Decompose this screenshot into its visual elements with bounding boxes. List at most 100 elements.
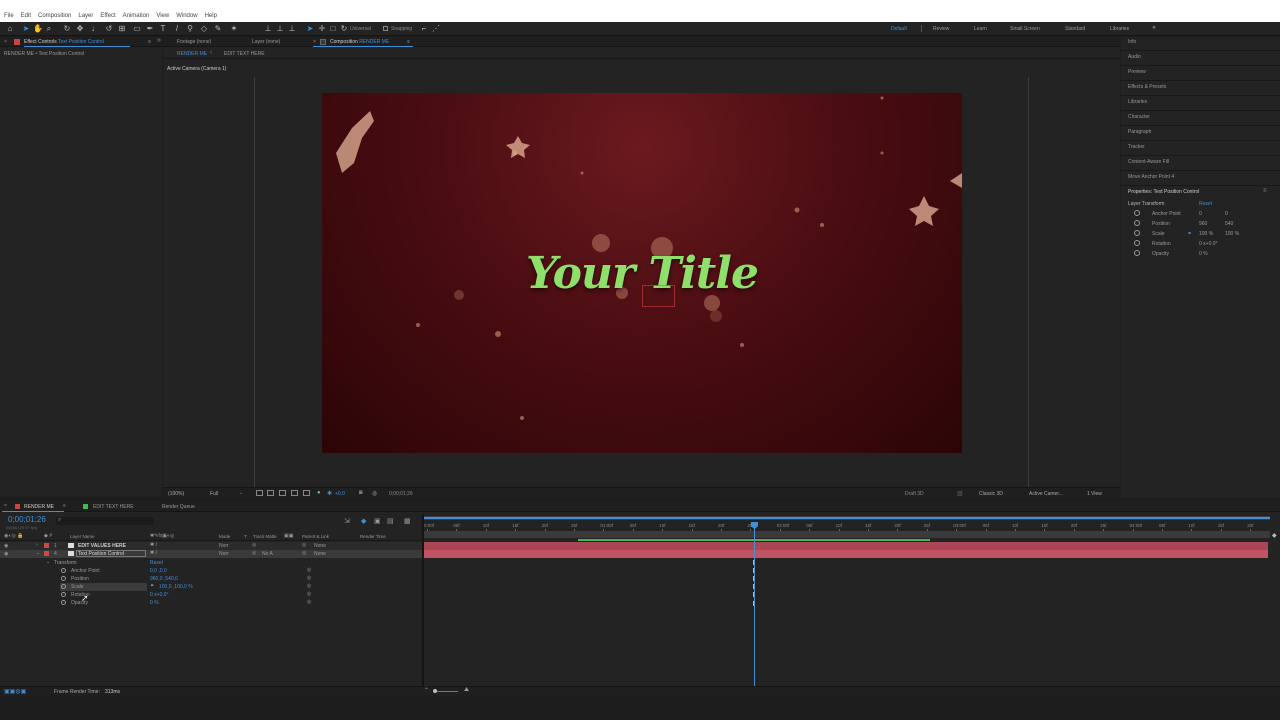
workspace-learn[interactable]: Learn <box>974 26 987 32</box>
expand-arrow-icon[interactable]: › <box>36 542 38 548</box>
menu-effect[interactable]: Effect <box>100 13 115 19</box>
zoom-out-icon[interactable]: ⌃ <box>424 687 429 694</box>
brush-tool-icon[interactable]: / <box>173 24 181 33</box>
prop-value[interactable]: 100,0 ,100,0 % <box>159 584 193 590</box>
prop-row[interactable]: Anchor Point 0,0 ,0,0 ◎ <box>0 567 422 575</box>
menu-composition[interactable]: Composition <box>38 13 71 19</box>
layer-track-matte[interactable]: No A <box>262 551 273 557</box>
rectangle-tool-icon[interactable]: ▭ <box>133 24 141 33</box>
workspace-overflow-icon[interactable]: » <box>1150 24 1158 33</box>
layer-switches-toggle-icon[interactable]: ▣▣◍▣ <box>4 688 26 695</box>
close-icon[interactable]: × <box>313 39 316 45</box>
resolution-dropdown[interactable]: Full <box>210 491 218 497</box>
renderer-label[interactable]: Draft 3D <box>905 491 924 497</box>
layer-switches-icon[interactable]: ✱ / <box>150 550 157 556</box>
type-tool-icon[interactable]: T <box>159 24 167 33</box>
track-matte-column[interactable]: Track Matte <box>253 534 277 539</box>
workspace-review[interactable]: Review <box>933 26 949 32</box>
stopwatch-icon[interactable] <box>1134 250 1140 256</box>
close-icon[interactable]: × <box>4 503 7 509</box>
paragraph-panel-tab[interactable]: Paragraph <box>1128 129 1151 135</box>
preview-panel-tab[interactable]: Preview <box>1128 69 1146 75</box>
selection-tool-icon[interactable]: ➤ <box>22 24 30 33</box>
timeline-tab-render-me[interactable]: RENDER ME <box>24 504 54 510</box>
3d-view-dropdown[interactable]: Classic 3D <box>979 491 1003 497</box>
frame-blending-icon[interactable]: ▤ <box>387 517 394 525</box>
layer-search-input[interactable]: ⌕ <box>56 517 154 525</box>
info-panel-tab[interactable]: Info <box>1128 39 1136 45</box>
expression-pickwhip-icon[interactable]: ◎ <box>307 567 311 573</box>
prop-row[interactable]: Rotation 0 x+0,0° ◎ <box>0 591 422 599</box>
orbit-camera-icon[interactable]: ↻ <box>63 24 71 33</box>
audio-panel-tab[interactable]: Audio <box>1128 54 1141 60</box>
layer-1-bar[interactable] <box>424 542 1268 550</box>
workspace-default[interactable]: Default <box>891 26 907 32</box>
rotate-tool-icon[interactable]: ↺ <box>105 24 113 33</box>
zoom-dropdown[interactable]: (100%) <box>168 491 184 497</box>
snapshot-camera-icon[interactable]: ◙ <box>359 490 363 496</box>
panel-menu-icon[interactable]: ≡ <box>1263 188 1267 194</box>
expression-pickwhip-icon[interactable]: ◎ <box>307 583 311 589</box>
snap-icon[interactable]: ⌐ <box>420 24 428 33</box>
prop-position-y[interactable]: 540 <box>1225 221 1233 227</box>
layer-mode[interactable]: Norr <box>219 551 229 557</box>
layer-label-color[interactable] <box>44 551 49 556</box>
expression-pickwhip-icon[interactable]: ◎ <box>307 591 311 597</box>
workspace-small-screen[interactable]: Small Screen <box>1010 26 1040 32</box>
region-of-interest-icon[interactable] <box>256 490 263 496</box>
exposure-value[interactable]: +0.0 <box>335 491 345 497</box>
reset-link[interactable]: Reset <box>1199 201 1212 207</box>
expand-arrow-icon[interactable]: ⌄ <box>36 550 40 556</box>
constrain-proportions-icon[interactable]: ⚭ <box>1187 230 1192 237</box>
stopwatch-icon[interactable] <box>1134 210 1140 216</box>
transform-group-row[interactable]: ⌄ Transform Reset <box>0 559 422 567</box>
views-dropdown[interactable]: 1 View <box>1087 491 1102 497</box>
comp-flowchart-icon[interactable]: ⇲ <box>344 517 350 525</box>
render-time-column[interactable]: Render Time <box>360 534 386 539</box>
prop-value[interactable]: 0 x+0,0° <box>150 592 169 598</box>
tracker-panel-tab[interactable]: Tracker <box>1128 144 1145 150</box>
timeline-tab-render-queue[interactable]: Render Queue <box>162 504 195 510</box>
layer-row[interactable]: ◉ › 1 EDIT VALUES HERE ✱ / Norr ◎ ◎ None <box>0 542 422 550</box>
prop-row[interactable]: Position 960,0 ,540,0 ◎ <box>0 575 422 583</box>
mask-visibility-icon[interactable] <box>279 490 286 496</box>
expression-pickwhip-icon[interactable]: ◎ <box>307 575 311 581</box>
shy-layers-icon[interactable]: ▣ <box>374 517 381 525</box>
stopwatch-icon[interactable] <box>61 600 66 605</box>
parent-link-column[interactable]: Parent & Link <box>302 534 329 539</box>
channel-icon[interactable] <box>303 490 310 496</box>
layer-switches-icon[interactable]: ✱ / <box>150 542 157 548</box>
prop-row-hover[interactable]: Scale ⚭ 100,0 ,100,0 % ◎ <box>0 583 422 591</box>
t-column[interactable]: T <box>244 534 247 539</box>
exposure-icon[interactable]: ✱ <box>327 490 332 497</box>
stopwatch-icon[interactable] <box>61 584 66 589</box>
layer-name-box[interactable]: Text Position Control <box>76 550 146 557</box>
layer-parent[interactable]: None <box>314 543 326 549</box>
prop-scale-y[interactable]: 100 % <box>1225 231 1239 237</box>
panel-menu-icon[interactable]: ≡ <box>148 39 151 45</box>
visibility-icon[interactable]: ◉ <box>4 551 8 557</box>
prop-rotation-value[interactable]: 0 x+0.0° <box>1199 241 1218 247</box>
move-anchor-point-panel-tab[interactable]: Move Anchor Point 4 <box>1128 174 1174 180</box>
dolly-camera-icon[interactable]: ↓ <box>89 24 97 33</box>
playhead-line[interactable] <box>754 523 755 686</box>
pen-tool-icon[interactable]: ✒ <box>146 24 154 33</box>
roto-brush-icon[interactable]: ✎ <box>214 24 222 33</box>
footage-tab[interactable]: Footage (none) <box>177 39 211 45</box>
zoom-slider-track[interactable] <box>434 691 458 692</box>
properties-panel-header[interactable]: Properties: Text Position Control <box>1128 189 1199 195</box>
zoom-in-icon[interactable]: ⛰ <box>464 687 469 694</box>
show-snapshot-icon[interactable]: ◍ <box>372 490 377 497</box>
work-area-bar[interactable] <box>424 516 1270 520</box>
camera-dropdown[interactable]: Active Camer... <box>1029 491 1063 497</box>
timeline-timecode[interactable]: 0;00;01;26 <box>8 515 46 524</box>
snapping-checkbox[interactable] <box>383 26 388 31</box>
effect-controls-lock-icon[interactable] <box>14 39 20 45</box>
view-axis-icon[interactable]: ⊥ <box>288 24 296 33</box>
hand-tool-icon[interactable]: ✋ <box>33 24 43 33</box>
local-axis-icon[interactable]: ⊥ <box>264 24 272 33</box>
composition-tab[interactable]: Composition RENDER ME <box>330 39 389 45</box>
world-axis-icon[interactable]: ⊥ <box>276 24 284 33</box>
color-management-icon[interactable]: ● <box>317 490 321 496</box>
layer-parent[interactable]: None <box>314 551 326 557</box>
